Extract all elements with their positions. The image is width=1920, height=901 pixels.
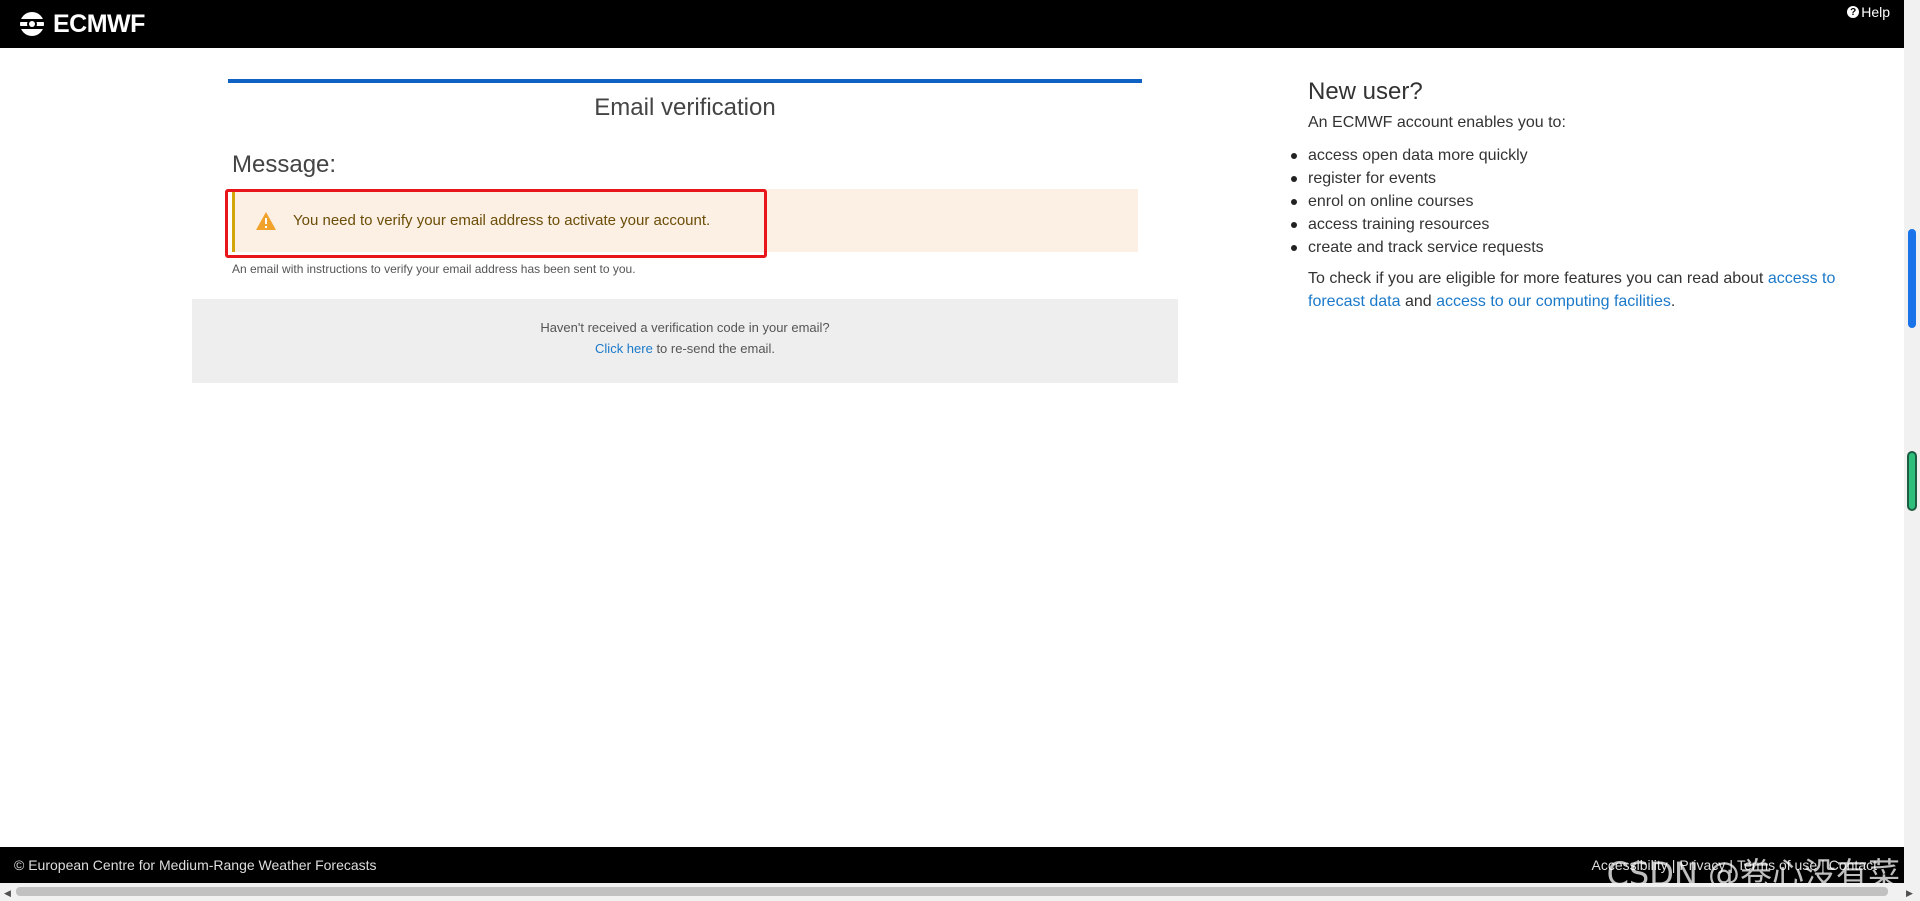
scroll-left-arrow-icon[interactable]: ◀ [4,888,11,898]
ecmwf-logo[interactable]: ECMWF [14,10,145,38]
help-link[interactable]: ? Help [1847,4,1890,20]
message-heading: Message: [232,151,337,178]
resend-link[interactable]: Click here [595,341,653,356]
scroll-right-arrow-icon[interactable]: ▶ [1906,888,1913,898]
resend-line: Click here to re-send the email. [192,338,1178,359]
list-item: enrol on online courses [1291,190,1878,213]
feature-list: access open data more quickly register f… [1291,144,1878,259]
footer-separator: | [1821,857,1825,873]
footer-link-contact[interactable]: Contact [1829,857,1877,873]
new-user-title: New user? [1308,78,1423,105]
list-item: create and track service requests [1291,236,1878,259]
resend-after-link: to re-send the email. [652,341,775,356]
warning-alert: You need to verify your email address to… [232,189,1138,252]
footer-link-privacy[interactable]: Privacy [1679,857,1725,873]
top-navbar: ECMWF ? Help [0,0,1904,48]
list-item: access training resources [1291,213,1878,236]
more-prefix: To check if you are eligible for more fe… [1308,270,1768,287]
footer-copyright: © European Centre for Medium-Range Weath… [14,857,377,873]
footer-separator: | [1671,857,1676,873]
footer-link-accessibility[interactable]: Accessibility [1592,857,1668,873]
logo-text: ECMWF [53,9,145,38]
footer-link-terms[interactable]: Terms of use [1737,857,1817,873]
question-circle-icon: ? [1847,6,1860,18]
resend-question: Haven't received a verification code in … [540,320,830,335]
page-title: Email verification [594,94,776,121]
footer-separator: | [1729,857,1733,873]
footer-links: Accessibility | Privacy | Terms of use |… [1592,857,1877,873]
resend-panel: Haven't received a verification code in … [192,299,1178,383]
ecmwf-logo-icon [16,12,48,36]
computing-facilities-link[interactable]: access to our computing facilities [1436,293,1671,310]
panel-top-rule [228,79,1142,83]
new-user-intro: An ECMWF account enables you to: [1308,114,1566,131]
list-item: register for events [1291,167,1878,190]
more-middle: and [1400,293,1437,310]
more-suffix: . [1670,293,1676,310]
alert-text: You need to verify your email address to… [293,212,711,229]
footer: © European Centre for Medium-Range Weath… [0,847,1904,893]
new-user-panel: New user? An ECMWF account enables you t… [1291,78,1878,313]
help-label: Help [1861,4,1890,20]
list-item: access open data more quickly [1291,144,1878,167]
horizontal-scrollbar-thumb[interactable] [16,887,1888,896]
more-features-text: To check if you are eligible for more fe… [1308,267,1878,313]
floating-side-tab[interactable] [1907,451,1917,511]
sent-note: An email with instructions to verify you… [232,262,636,276]
warning-triangle-icon [256,211,276,230]
vertical-scrollbar[interactable] [1904,0,1920,883]
vertical-scrollbar-thumb[interactable] [1908,229,1916,328]
